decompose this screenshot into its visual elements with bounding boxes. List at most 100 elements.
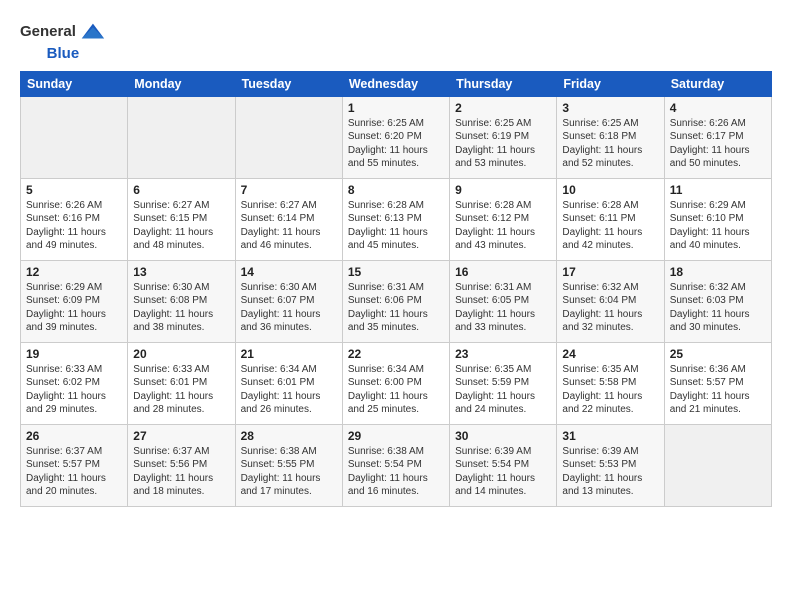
day-number: 24: [562, 347, 658, 361]
day-cell: 2Sunrise: 6:25 AM Sunset: 6:19 PM Daylig…: [450, 96, 557, 178]
day-cell: 25Sunrise: 6:36 AM Sunset: 5:57 PM Dayli…: [664, 342, 771, 424]
day-cell: 3 Sunrise: 6:25 AM Sunset: 6:18 PM Daylig…: [557, 96, 664, 178]
day-number: 17: [562, 265, 658, 279]
day-number: 19: [26, 347, 122, 361]
day-number: 25: [670, 347, 766, 361]
day-number: 29: [348, 429, 444, 443]
day-cell: 19 Sunrise: 6:33 AM Sunset: 6:02 PM Dayli…: [21, 342, 128, 424]
day-info: Sunrise: 6:35 AM Sunset: 5:58 PM Dayligh…: [562, 363, 658, 417]
day-cell: 14 Sunrise: 6:30 AM Sunset: 6:07 PM Dayli…: [235, 260, 342, 342]
day-header-thursday: Thursday: [450, 71, 557, 96]
day-number: 4: [670, 101, 766, 115]
day-cell: 16 Sunrise: 6:31 AM Sunset: 6:05 PM Dayli…: [450, 260, 557, 342]
logo: General Blue: [20, 18, 106, 63]
week-row-1: 1 Sunrise: 6:25 AM Sunset: 6:20 PM Daylig…: [21, 96, 772, 178]
day-cell: 6 Sunrise: 6:27 AM Sunset: 6:15 PM Daylig…: [128, 178, 235, 260]
day-info: Sunrise: 6:33 AM Sunset: 6:01 PM Dayligh…: [133, 363, 229, 417]
day-info: Sunrise: 6:26 AM Sunset: 6:16 PM Dayligh…: [26, 199, 122, 253]
day-number: 1: [348, 101, 444, 115]
day-info: Sunrise: 6:28 AM Sunset: 6:12 PM Dayligh…: [455, 199, 551, 253]
day-info: Sunrise: 6:37 AM Sunset: 5:56 PM Dayligh…: [133, 445, 229, 499]
day-number: 10: [562, 183, 658, 197]
day-number: 11: [670, 183, 766, 197]
day-info: Sunrise: 6:31 AM Sunset: 6:06 PM Dayligh…: [348, 281, 444, 335]
day-info: Sunrise: 6:29 AM Sunset: 6:09 PM Dayligh…: [26, 281, 122, 335]
day-cell: 31Sunrise: 6:39 AM Sunset: 5:53 PM Dayli…: [557, 424, 664, 506]
logo-icon: [78, 18, 106, 46]
day-number: 3: [562, 101, 658, 115]
day-info: Sunrise: 6:38 AM Sunset: 5:55 PM Dayligh…: [241, 445, 337, 499]
day-number: 28: [241, 429, 337, 443]
logo-blue: Blue: [47, 46, 80, 63]
day-number: 21: [241, 347, 337, 361]
day-info: Sunrise: 6:31 AM Sunset: 6:05 PM Dayligh…: [455, 281, 551, 335]
calendar-body: 1 Sunrise: 6:25 AM Sunset: 6:20 PM Daylig…: [21, 96, 772, 506]
week-row-3: 12 Sunrise: 6:29 AM Sunset: 6:09 PM Dayli…: [21, 260, 772, 342]
day-info: Sunrise: 6:27 AM Sunset: 6:15 PM Dayligh…: [133, 199, 229, 253]
day-header-friday: Friday: [557, 71, 664, 96]
day-info: Sunrise: 6:32 AM Sunset: 6:04 PM Dayligh…: [562, 281, 658, 335]
day-info: Sunrise: 6:34 AM Sunset: 6:01 PM Dayligh…: [241, 363, 337, 417]
week-row-5: 26Sunrise: 6:37 AM Sunset: 5:57 PM Dayli…: [21, 424, 772, 506]
day-cell: 28 Sunrise: 6:38 AM Sunset: 5:55 PM Dayli…: [235, 424, 342, 506]
day-number: 14: [241, 265, 337, 279]
week-row-2: 5 Sunrise: 6:26 AM Sunset: 6:16 PM Daylig…: [21, 178, 772, 260]
day-info: Sunrise: 6:28 AM Sunset: 6:11 PM Dayligh…: [562, 199, 658, 253]
header-row: SundayMondayTuesdayWednesdayThursdayFrid…: [21, 71, 772, 96]
day-cell: 29 Sunrise: 6:38 AM Sunset: 5:54 PM Dayli…: [342, 424, 449, 506]
day-cell: 27 Sunrise: 6:37 AM Sunset: 5:56 PM Dayli…: [128, 424, 235, 506]
day-info: Sunrise: 6:33 AM Sunset: 6:02 PM Dayligh…: [26, 363, 122, 417]
day-info: Sunrise: 6:30 AM Sunset: 6:07 PM Dayligh…: [241, 281, 337, 335]
day-number: 12: [26, 265, 122, 279]
day-info: Sunrise: 6:28 AM Sunset: 6:13 PM Dayligh…: [348, 199, 444, 253]
day-cell: 12 Sunrise: 6:29 AM Sunset: 6:09 PM Dayli…: [21, 260, 128, 342]
day-cell: 30 Sunrise: 6:39 AM Sunset: 5:54 PM Dayli…: [450, 424, 557, 506]
day-cell: 4 Sunrise: 6:26 AM Sunset: 6:17 PM Daylig…: [664, 96, 771, 178]
header: General Blue: [20, 18, 772, 63]
day-cell: [664, 424, 771, 506]
day-number: 30: [455, 429, 551, 443]
day-number: 22: [348, 347, 444, 361]
day-number: 6: [133, 183, 229, 197]
day-cell: 13Sunrise: 6:30 AM Sunset: 6:08 PM Dayli…: [128, 260, 235, 342]
day-cell: 11 Sunrise: 6:29 AM Sunset: 6:10 PM Dayli…: [664, 178, 771, 260]
day-cell: 8 Sunrise: 6:28 AM Sunset: 6:13 PM Daylig…: [342, 178, 449, 260]
day-info: Sunrise: 6:39 AM Sunset: 5:53 PM Dayligh…: [562, 445, 658, 499]
day-cell: 18Sunrise: 6:32 AM Sunset: 6:03 PM Dayli…: [664, 260, 771, 342]
day-cell: 22 Sunrise: 6:34 AM Sunset: 6:00 PM Dayli…: [342, 342, 449, 424]
day-info: Sunrise: 6:29 AM Sunset: 6:10 PM Dayligh…: [670, 199, 766, 253]
day-cell: 10 Sunrise: 6:28 AM Sunset: 6:11 PM Dayli…: [557, 178, 664, 260]
day-cell: 5 Sunrise: 6:26 AM Sunset: 6:16 PM Daylig…: [21, 178, 128, 260]
day-cell: [21, 96, 128, 178]
day-cell: 17 Sunrise: 6:32 AM Sunset: 6:04 PM Dayli…: [557, 260, 664, 342]
day-info: Sunrise: 6:27 AM Sunset: 6:14 PM Dayligh…: [241, 199, 337, 253]
day-number: 5: [26, 183, 122, 197]
calendar-page: General Blue SundayMondayTuesdayWednesda…: [0, 0, 792, 612]
day-number: 16: [455, 265, 551, 279]
day-cell: 24 Sunrise: 6:35 AM Sunset: 5:58 PM Dayli…: [557, 342, 664, 424]
day-number: 7: [241, 183, 337, 197]
day-info: Sunrise: 6:38 AM Sunset: 5:54 PM Dayligh…: [348, 445, 444, 499]
day-info: Sunrise: 6:25 AM Sunset: 6:20 PM Dayligh…: [348, 117, 444, 171]
day-info: Sunrise: 6:25 AM Sunset: 6:18 PM Dayligh…: [562, 117, 658, 171]
day-number: 27: [133, 429, 229, 443]
day-number: 9: [455, 183, 551, 197]
day-info: Sunrise: 6:32 AM Sunset: 6:03 PM Dayligh…: [670, 281, 766, 335]
day-number: 8: [348, 183, 444, 197]
day-info: Sunrise: 6:26 AM Sunset: 6:17 PM Dayligh…: [670, 117, 766, 171]
week-row-4: 19 Sunrise: 6:33 AM Sunset: 6:02 PM Dayli…: [21, 342, 772, 424]
day-info: Sunrise: 6:30 AM Sunset: 6:08 PM Dayligh…: [133, 281, 229, 335]
day-info: Sunrise: 6:39 AM Sunset: 5:54 PM Dayligh…: [455, 445, 551, 499]
day-header-tuesday: Tuesday: [235, 71, 342, 96]
day-info: Sunrise: 6:34 AM Sunset: 6:00 PM Dayligh…: [348, 363, 444, 417]
day-cell: 23Sunrise: 6:35 AM Sunset: 5:59 PM Dayli…: [450, 342, 557, 424]
day-cell: 26Sunrise: 6:37 AM Sunset: 5:57 PM Dayli…: [21, 424, 128, 506]
day-info: Sunrise: 6:25 AM Sunset: 6:19 PM Dayligh…: [455, 117, 551, 171]
day-header-monday: Monday: [128, 71, 235, 96]
calendar-header: SundayMondayTuesdayWednesdayThursdayFrid…: [21, 71, 772, 96]
day-cell: 21 Sunrise: 6:34 AM Sunset: 6:01 PM Dayli…: [235, 342, 342, 424]
day-cell: 20Sunrise: 6:33 AM Sunset: 6:01 PM Dayli…: [128, 342, 235, 424]
calendar-table: SundayMondayTuesdayWednesdayThursdayFrid…: [20, 71, 772, 507]
day-info: Sunrise: 6:37 AM Sunset: 5:57 PM Dayligh…: [26, 445, 122, 499]
day-cell: 1 Sunrise: 6:25 AM Sunset: 6:20 PM Daylig…: [342, 96, 449, 178]
